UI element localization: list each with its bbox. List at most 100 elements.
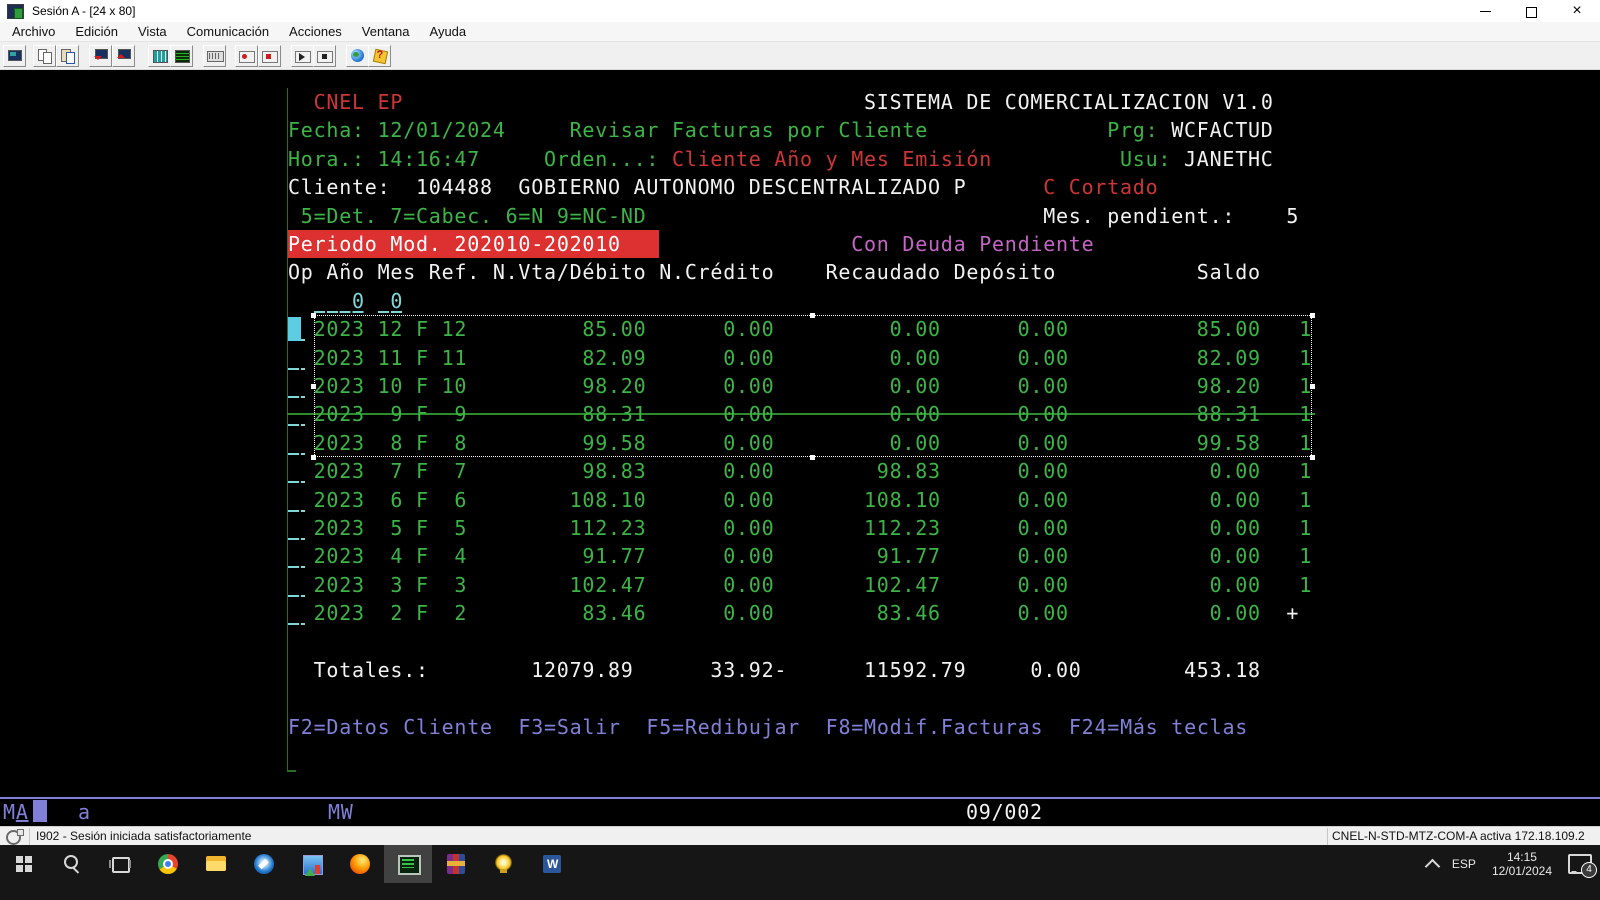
restore-button[interactable]: [1508, 0, 1554, 22]
terminal-session-icon: [395, 851, 421, 877]
taskbar-file-explorer[interactable]: [192, 845, 240, 883]
terminal-text: 1: [1299, 514, 1312, 542]
toolbar-paste-button[interactable]: [56, 45, 79, 67]
terminal-text: Hora.: 14:16:47: [288, 145, 480, 173]
close-button[interactable]: ×: [1554, 0, 1600, 22]
oia-system-indicator: MA: [3, 799, 29, 825]
minimize-icon: [1480, 11, 1491, 12]
terminal-text: 11592.79: [864, 656, 966, 684]
terminal-input-field[interactable]: [288, 595, 305, 597]
terminal-text: 5=Det. 7=Cabec. 6=N 9=NC-ND: [301, 202, 647, 230]
toolbar-play-macro-button[interactable]: [291, 45, 314, 67]
toolbar-stop-macro-button[interactable]: [313, 45, 336, 67]
taskbar-task-view-button[interactable]: [96, 845, 144, 883]
emulator-window: Sesión A - [24 x 80] × ArchivoEdiciónVis…: [0, 0, 1600, 845]
selection-handle[interactable]: [1310, 384, 1315, 389]
terminal-text: 0.00: [723, 599, 774, 627]
terminal-input-field[interactable]: [288, 453, 305, 455]
terminal-text: 83.46: [877, 599, 941, 627]
terminal-text: Periodo Mod. 202010-202010: [288, 230, 659, 258]
terminal-text: 1: [1299, 486, 1312, 514]
selection-handle[interactable]: [311, 455, 316, 460]
toolbar-record-macro-button[interactable]: [235, 45, 258, 67]
terminal-input-field[interactable]: [314, 311, 365, 313]
terminal-text: 2023 7 F 7: [314, 457, 468, 485]
terminal-screen[interactable]: CNEL EPSISTEMA DE COMERCIALIZACION V1.0F…: [0, 70, 1600, 797]
taskbar-search-button[interactable]: [48, 845, 96, 883]
menu-ventana[interactable]: Ventana: [352, 22, 420, 42]
language-indicator[interactable]: ESP: [1452, 857, 1476, 871]
terminal-text: 33.92-: [710, 656, 787, 684]
minimize-button[interactable]: [1462, 0, 1508, 22]
selection-handle[interactable]: [810, 455, 815, 460]
terminal-input-field[interactable]: [288, 566, 305, 568]
toolbar-display-setup-button[interactable]: [170, 45, 193, 67]
selection-handle[interactable]: [1310, 455, 1315, 460]
toolbar-receive-file-from-host-button[interactable]: [112, 45, 135, 67]
tray-chevron-icon[interactable]: [1425, 858, 1441, 874]
terminal-input-field[interactable]: [288, 510, 305, 512]
terminal-input-field[interactable]: [378, 311, 404, 313]
menu-bar: ArchivoEdiciónVistaComunicaciónAccionesV…: [0, 22, 1600, 42]
column-separator-tick: [287, 770, 296, 772]
terminal-text: Orden...:: [544, 145, 659, 173]
taskbar-chrome[interactable]: [144, 845, 192, 883]
ideas-icon: [491, 851, 517, 877]
maps-icon: [251, 851, 277, 877]
toolbar-keyboard-setup-button[interactable]: [203, 45, 226, 67]
notification-icon[interactable]: 4: [1568, 854, 1592, 874]
app-icon: [7, 4, 24, 19]
terminal-text: 0.00: [1210, 457, 1261, 485]
terminal-text: 2023 3 F 3: [314, 571, 468, 599]
selection-rectangle[interactable]: [314, 315, 1312, 457]
terminal-input-field[interactable]: [288, 538, 305, 540]
toolbar: [0, 42, 1600, 70]
taskbar-terminal-session[interactable]: [384, 845, 432, 883]
menu-comunicacion[interactable]: Comunicación: [177, 22, 279, 42]
terminal-input-field[interactable]: [288, 424, 305, 426]
toolbar-send-file-to-host-button[interactable]: [89, 45, 112, 67]
terminal-input-field[interactable]: [288, 396, 305, 398]
terminal-text: +: [1286, 599, 1299, 627]
menu-edicion[interactable]: Edición: [65, 22, 128, 42]
selection-handle[interactable]: [1310, 313, 1315, 318]
taskbar-photos[interactable]: [288, 845, 336, 883]
terminal-text: 0.00: [1018, 457, 1069, 485]
toolbar-new-session-button[interactable]: [3, 45, 26, 67]
menu-ayuda[interactable]: Ayuda: [420, 22, 477, 42]
operator-information-area: MA a MW 09/002: [0, 799, 1600, 826]
taskbar-items: [0, 845, 576, 883]
taskbar-maps[interactable]: [240, 845, 288, 883]
taskbar-winrar[interactable]: [432, 845, 480, 883]
taskbar-clock[interactable]: 14:15 12/01/2024: [1492, 850, 1552, 878]
window-title: Sesión A - [24 x 80]: [32, 4, 135, 18]
restore-icon: [1526, 7, 1537, 18]
terminal-input-field[interactable]: [288, 481, 305, 483]
toolbar-help-button[interactable]: [368, 45, 391, 67]
terminal-input-field[interactable]: [288, 368, 305, 370]
toolbar-color-mapping-button[interactable]: [148, 45, 171, 67]
terminal-input-field[interactable]: [288, 623, 305, 625]
selection-handle[interactable]: [311, 384, 316, 389]
menu-vista[interactable]: Vista: [128, 22, 177, 42]
menu-acciones[interactable]: Acciones: [279, 22, 352, 42]
taskbar-word[interactable]: [528, 845, 576, 883]
terminal-text: Usu:: [1120, 145, 1171, 173]
selection-handle[interactable]: [311, 313, 316, 318]
terminal-text: JANETHC: [1184, 145, 1274, 173]
toolbar-web-browser-button[interactable]: [346, 45, 369, 67]
session-status-icon: [6, 830, 21, 845]
terminal-text: C Cortado: [1043, 173, 1158, 201]
toolbar-copy-button[interactable]: [33, 45, 56, 67]
taskbar-start-button[interactable]: [0, 845, 48, 883]
terminal-text: 0.00: [1018, 514, 1069, 542]
toolbar-stop-recording-button[interactable]: [258, 45, 281, 67]
terminal-text: 5: [1286, 202, 1299, 230]
selection-handle[interactable]: [810, 313, 815, 318]
menu-archivo[interactable]: Archivo: [2, 22, 65, 42]
stop-recording-icon: [262, 49, 278, 63]
taskbar-firefox[interactable]: [336, 845, 384, 883]
taskbar-ideas[interactable]: [480, 845, 528, 883]
connection-status: CNEL-N-STD-MTZ-COM-A activa 172.18.109.2: [1332, 829, 1596, 843]
status-message: I902 - Sesión iniciada satisfactoriament…: [36, 829, 251, 843]
